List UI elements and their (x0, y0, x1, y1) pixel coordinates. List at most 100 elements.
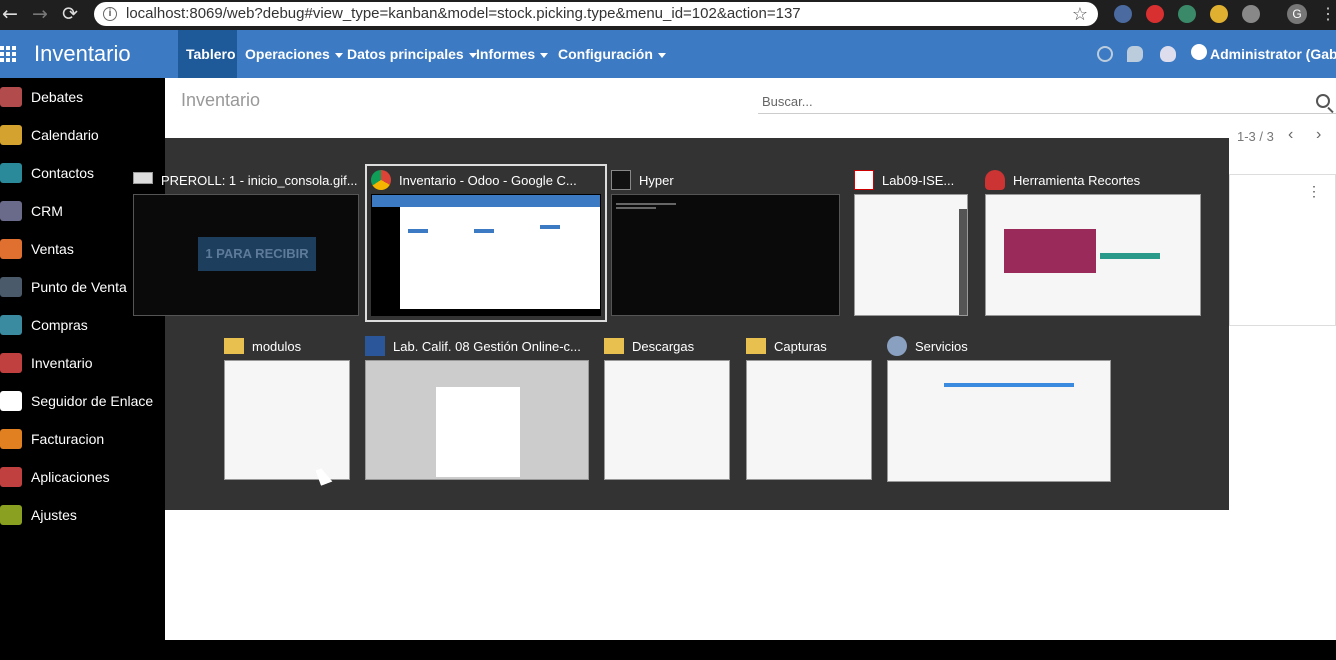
sidebar-item-label: Aplicaciones (31, 469, 110, 485)
settings-gear-icon (0, 505, 22, 525)
pager-next-icon[interactable]: › (1316, 126, 1321, 144)
user-avatar[interactable] (1191, 44, 1207, 60)
extension-settings-icon[interactable] (1242, 5, 1260, 23)
sales-chart-icon (0, 239, 22, 259)
window-thumbnail (224, 360, 350, 480)
react-devtools-icon[interactable] (1114, 5, 1132, 23)
sidebar-item-debates[interactable]: Debates (0, 80, 165, 110)
window-thumbnail: 1 PARA RECIBIR (133, 194, 359, 316)
pager-value[interactable]: 1-3 / 3 (1237, 129, 1274, 144)
window-preroll[interactable]: PREROLL: 1 - inicio_consola.gif... 1 PAR… (133, 170, 359, 316)
debug-bug-icon[interactable] (1160, 46, 1176, 62)
kanban-card[interactable]: ⋮ (1229, 174, 1336, 326)
sidebar-item-aplicaciones[interactable]: Aplicaciones (0, 460, 165, 490)
window-thumbnail (611, 194, 840, 316)
terminal-icon (611, 170, 631, 190)
pager-prev-icon[interactable]: ‹ (1288, 126, 1293, 144)
chevron-down-icon (334, 52, 343, 58)
window-thumbnail (746, 360, 872, 480)
sidebar-item-label: Ventas (31, 241, 74, 257)
window-title: Lab. Calif. 08 Gestión Online-c... (393, 339, 581, 354)
window-title: modulos (252, 339, 302, 354)
sidebar-item-label: Debates (31, 89, 84, 105)
forward-button[interactable]: → (32, 3, 48, 25)
sidebar-item-label: Facturacion (31, 431, 105, 447)
menu-informes[interactable]: Informes (476, 46, 549, 62)
extension-shield-icon[interactable] (1146, 5, 1164, 23)
crm-handshake-icon (0, 201, 22, 221)
back-button[interactable]: ← (2, 3, 18, 25)
window-thumbnail (985, 194, 1201, 316)
window-snipping-tool[interactable]: Herramienta Recortes (985, 170, 1201, 316)
card-menu-icon[interactable]: ⋮ (1307, 183, 1321, 200)
browser-menu-icon[interactable]: ⋮ (1320, 4, 1336, 24)
window-title: Lab09-ISE... (882, 173, 955, 188)
user-menu[interactable]: Administrator (Gabtim (1210, 46, 1336, 62)
sidebar-item-label: Seguidor de Enlace (31, 393, 154, 409)
window-descargas[interactable]: Descargas (604, 336, 730, 480)
gear-icon (887, 336, 907, 356)
sidebar-item-label: Ajustes (31, 507, 77, 523)
site-info-icon[interactable]: i (103, 7, 117, 21)
apps-grid-icon[interactable] (0, 46, 16, 62)
window-hyper[interactable]: Hyper (611, 170, 840, 316)
sidebar-item-label: CRM (31, 203, 63, 219)
snipping-tool-icon (985, 170, 1005, 190)
taskbar (0, 640, 1336, 660)
address-bar[interactable]: i localhost:8069/web?debug#view_type=kan… (94, 2, 1098, 26)
window-title: Capturas (774, 339, 827, 354)
top-navbar: Inventario Tablero Operaciones Datos pri… (0, 30, 1336, 78)
search-placeholder: Buscar... (762, 94, 813, 109)
chat-icon[interactable] (1127, 46, 1143, 62)
gif-viewer-icon (133, 172, 153, 184)
app-brand: Inventario (34, 41, 131, 66)
invoicing-icon (0, 429, 22, 449)
window-servicios[interactable]: Servicios (887, 336, 1111, 482)
window-thumbnail (371, 194, 601, 316)
sidebar-item-label: Contactos (31, 165, 95, 181)
reload-button[interactable]: ⟳ (62, 3, 78, 25)
sidebar-item-inventario[interactable]: Inventario (0, 346, 165, 376)
window-title: Servicios (915, 339, 968, 354)
window-title: Descargas (632, 339, 695, 354)
sidebar-item-calendario[interactable]: Calendario (0, 118, 165, 148)
url-text: localhost:8069/web?debug#view_type=kanba… (126, 5, 801, 22)
menu-datos-principales[interactable]: Datos principales (347, 46, 477, 62)
pdf-icon (854, 170, 874, 190)
window-chrome-inventario[interactable]: Inventario - Odoo - Google C... (365, 164, 607, 322)
search-icon[interactable] (1316, 94, 1330, 108)
activity-clock-icon[interactable] (1097, 46, 1113, 62)
folder-icon (224, 338, 244, 354)
window-modulos[interactable]: modulos (224, 336, 350, 480)
calendar-icon (0, 125, 22, 145)
menu-operaciones[interactable]: Operaciones (245, 46, 343, 62)
window-thumbnail (604, 360, 730, 480)
link-tracker-icon (0, 391, 22, 411)
window-capturas[interactable]: Capturas (746, 336, 872, 480)
profile-avatar[interactable]: G (1287, 4, 1307, 24)
search-input[interactable]: Buscar... (758, 92, 1336, 114)
window-pdf-lab09[interactable]: Lab09-ISE... (854, 170, 968, 316)
chrome-icon (371, 170, 391, 190)
chevron-down-icon (657, 52, 666, 58)
debates-icon (0, 87, 22, 107)
sidebar-item-ajustes[interactable]: Ajustes (0, 498, 165, 528)
python-extension-icon[interactable] (1210, 5, 1228, 23)
sidebar-item-label: Inventario (31, 355, 93, 371)
window-word-lab-calif[interactable]: Lab. Calif. 08 Gestión Online-c... (365, 336, 589, 480)
sidebar-item-label: Calendario (31, 127, 99, 143)
inventory-box-icon (0, 353, 22, 373)
sidebar-item-label: Punto de Venta (31, 279, 127, 295)
apps-sidebar: Debates Calendario Contactos CRM Ventas … (0, 78, 165, 640)
window-title: PREROLL: 1 - inicio_consola.gif... (161, 173, 358, 188)
window-title: Inventario - Odoo - Google C... (399, 173, 577, 188)
sidebar-item-seguidor-de-enlace[interactable]: Seguidor de Enlace (0, 384, 165, 414)
menu-configuracion[interactable]: Configuración (558, 46, 666, 62)
window-title: Herramienta Recortes (1013, 173, 1141, 188)
window-thumbnail (887, 360, 1111, 482)
menu-tablero[interactable]: Tablero (186, 46, 236, 62)
extension-globe-icon[interactable] (1178, 5, 1196, 23)
word-icon (365, 336, 385, 356)
bookmark-star-icon[interactable]: ☆ (1072, 2, 1088, 26)
sidebar-item-facturacion[interactable]: Facturacion (0, 422, 165, 452)
